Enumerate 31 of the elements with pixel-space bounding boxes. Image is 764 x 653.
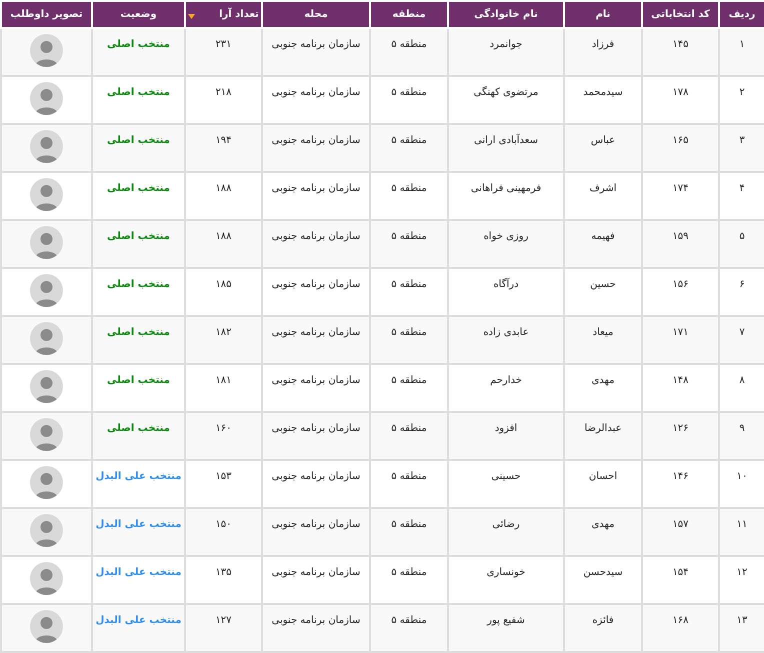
avatar-placeholder — [30, 82, 63, 115]
column-header[interactable]: نام — [564, 1, 642, 28]
avatar-placeholder — [30, 274, 63, 307]
code-cell: ۱۶۸ — [642, 604, 719, 652]
region-cell: منطقه ۵ — [370, 604, 448, 652]
avatar-placeholder — [30, 130, 63, 163]
avatar-placeholder — [30, 226, 63, 259]
votes-cell: ۱۲۷ — [185, 604, 262, 652]
column-header[interactable]: تعداد آرا — [185, 1, 262, 28]
last-name-cell: شفیع پور — [448, 604, 564, 652]
avatar-placeholder — [30, 514, 63, 547]
column-header[interactable]: محله — [262, 1, 370, 28]
avatar-placeholder — [30, 418, 63, 451]
first-name-cell: فائزه — [564, 604, 642, 652]
sort-arrow-icon — [188, 14, 196, 19]
column-header[interactable]: ردیف — [719, 1, 764, 28]
avatar-placeholder — [30, 178, 63, 211]
row-number-cell: ۱۳ — [719, 604, 764, 652]
column-header[interactable]: نام خانوادگی — [448, 1, 564, 28]
avatar-placeholder — [30, 322, 63, 355]
avatar-placeholder — [30, 610, 63, 643]
column-header[interactable]: کد انتخاباتی — [642, 1, 719, 28]
avatar-placeholder — [30, 370, 63, 403]
column-header[interactable]: منطقه — [370, 1, 448, 28]
avatar-placeholder — [30, 562, 63, 595]
status-cell: منتخب علی البدل — [92, 604, 185, 652]
district-cell: سازمان برنامه جنوبی — [262, 604, 370, 652]
avatar-placeholder — [30, 34, 63, 67]
column-header[interactable]: وضعیت — [92, 1, 185, 28]
avatar-placeholder — [30, 466, 63, 499]
column-header[interactable]: تصویر داوطلب — [1, 1, 92, 28]
